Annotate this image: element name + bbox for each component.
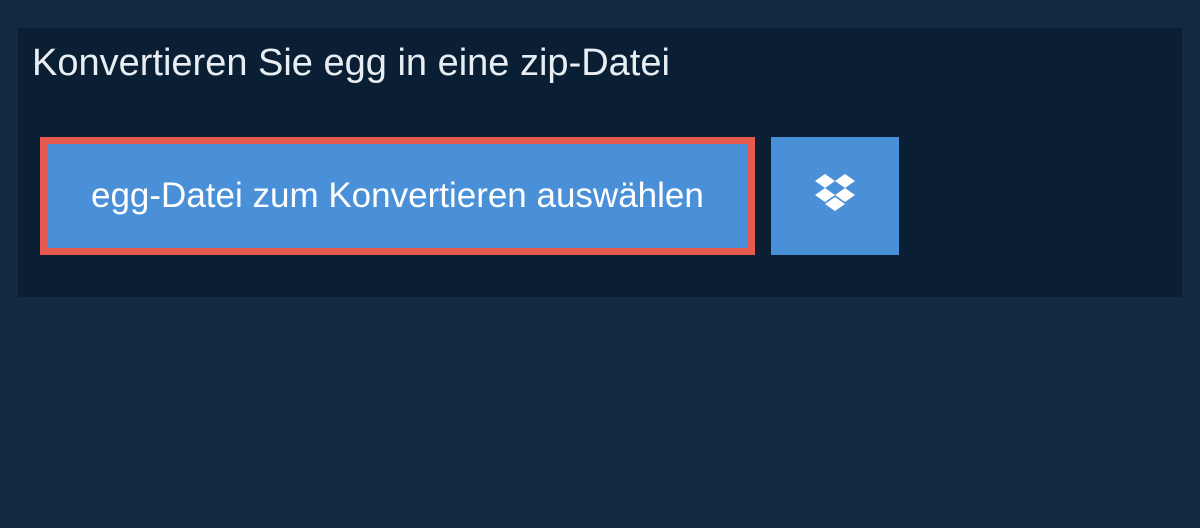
upload-from-dropbox-button[interactable] — [771, 137, 899, 255]
dropbox-icon — [811, 170, 859, 223]
converter-panel: Konvertieren Sie egg in eine zip-Datei e… — [18, 28, 1182, 297]
upload-button-row: egg-Datei zum Konvertieren auswählen — [18, 99, 1182, 297]
choose-file-label: egg-Datei zum Konvertieren auswählen — [91, 176, 704, 216]
page-title: Konvertieren Sie egg in eine zip-Datei — [18, 28, 696, 99]
choose-file-button[interactable]: egg-Datei zum Konvertieren auswählen — [40, 137, 755, 255]
